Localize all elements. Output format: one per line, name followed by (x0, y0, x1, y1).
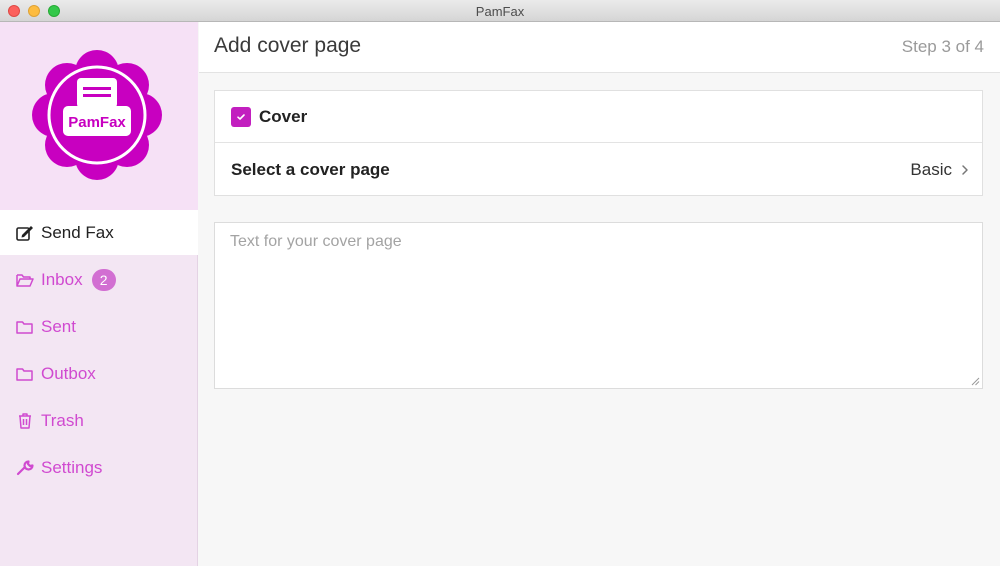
sidebar-item-outbox[interactable]: Outbox (0, 351, 198, 396)
cover-text-input[interactable] (215, 223, 982, 388)
sidebar-item-label: Outbox (41, 363, 96, 383)
cover-options-panel: Cover Select a cover page Basic (214, 90, 983, 196)
sidebar-item-inbox[interactable]: Inbox 2 (0, 257, 198, 302)
folder-open-icon (16, 271, 36, 289)
step-indicator: Step 3 of 4 (901, 37, 984, 56)
sidebar-item-sent[interactable]: Sent (0, 304, 198, 349)
main-content: Add cover page Step 3 of 4 Cover Select … (199, 22, 1000, 566)
select-cover-page-row[interactable]: Select a cover page Basic (215, 144, 982, 196)
sidebar-item-trash[interactable]: Trash (0, 398, 198, 443)
sidebar-item-settings[interactable]: Settings (0, 445, 198, 490)
sidebar-item-send-fax[interactable]: Send Fax (0, 210, 198, 255)
sidebar-item-label: Settings (41, 457, 103, 477)
select-cover-page-label: Select a cover page (231, 160, 390, 179)
cover-checkbox-label: Cover (259, 106, 308, 126)
folder-icon (16, 318, 36, 336)
sidebar: PamFax Send Fax Inbox 2 Sent Outbox Tras… (0, 22, 198, 566)
edit-icon (16, 224, 36, 242)
sidebar-item-label: Inbox (41, 269, 83, 289)
title-bar: PamFax (0, 0, 1000, 22)
sidebar-item-label: Send Fax (41, 222, 114, 242)
app-window: PamFax PamFax Send Fax Inbox 2 Sent Outb… (0, 0, 1000, 566)
cover-text-area (214, 222, 983, 389)
trash-icon (16, 412, 36, 430)
window-title: PamFax (475, 4, 525, 19)
pamfax-logo: PamFax (32, 50, 162, 180)
sidebar-item-label: Sent (41, 316, 76, 336)
wrench-icon (16, 459, 36, 477)
logo-area: PamFax (0, 22, 198, 210)
cover-checkbox[interactable] (231, 106, 251, 127)
selected-cover-page-value: Basic (910, 160, 952, 179)
sidebar-item-label: Trash (41, 410, 84, 430)
chevron-right-icon (962, 165, 968, 175)
inbox-count-badge: 2 (91, 268, 116, 291)
folder-icon (16, 365, 36, 383)
page-title: Add cover page (214, 34, 362, 57)
page-header: Add cover page Step 3 of 4 (199, 22, 1000, 73)
cover-toggle-row[interactable]: Cover (215, 91, 982, 143)
logo-text: PamFax (68, 114, 126, 131)
resize-handle-icon[interactable] (971, 377, 980, 386)
checkmark-icon (237, 113, 245, 120)
